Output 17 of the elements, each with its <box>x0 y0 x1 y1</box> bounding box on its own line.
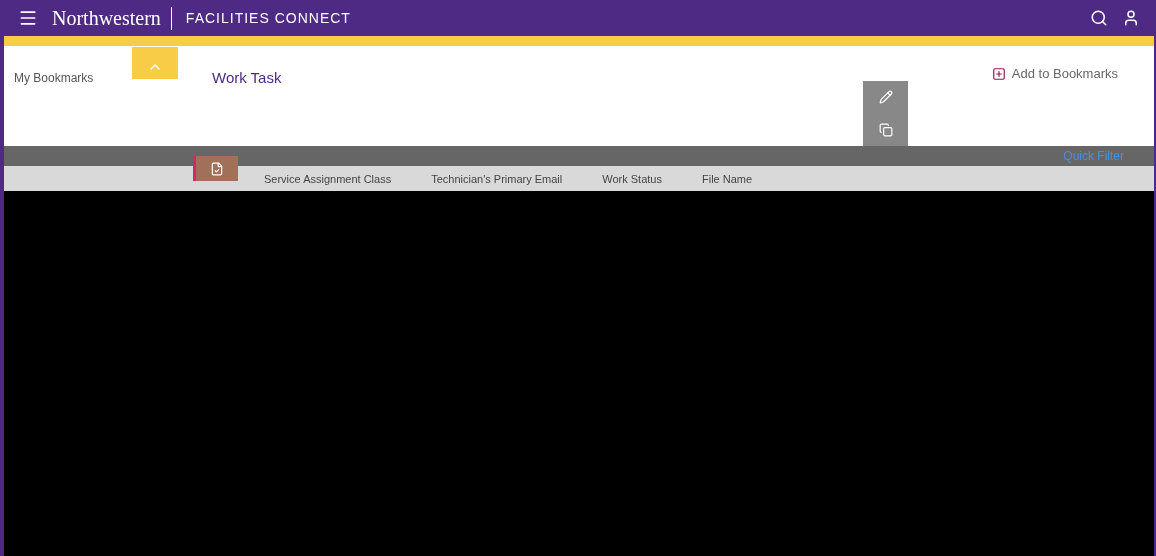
page-title: Work Task <box>212 69 282 88</box>
menu-icon[interactable] <box>18 8 38 28</box>
copy-icon[interactable] <box>878 122 893 137</box>
column-header[interactable]: Service Assignment Class <box>264 172 392 185</box>
document-button[interactable] <box>193 156 238 181</box>
column-header[interactable]: Work Status <box>602 172 662 185</box>
column-header[interactable]: Technician's Primary Email <box>431 172 563 185</box>
search-icon[interactable] <box>1090 9 1108 27</box>
plus-icon <box>991 66 1006 81</box>
edit-icon[interactable] <box>878 90 893 105</box>
user-icon[interactable] <box>1122 9 1140 27</box>
column-header[interactable]: File Name <box>702 172 753 185</box>
brand-name: Northwestern <box>52 6 172 30</box>
product-name: FACILITIES CONNECT <box>185 10 351 26</box>
bookmarks-link[interactable]: My Bookmarks <box>4 47 132 146</box>
document-icon <box>210 161 224 176</box>
add-bookmark-button[interactable]: Add to Bookmarks <box>985 65 1124 82</box>
